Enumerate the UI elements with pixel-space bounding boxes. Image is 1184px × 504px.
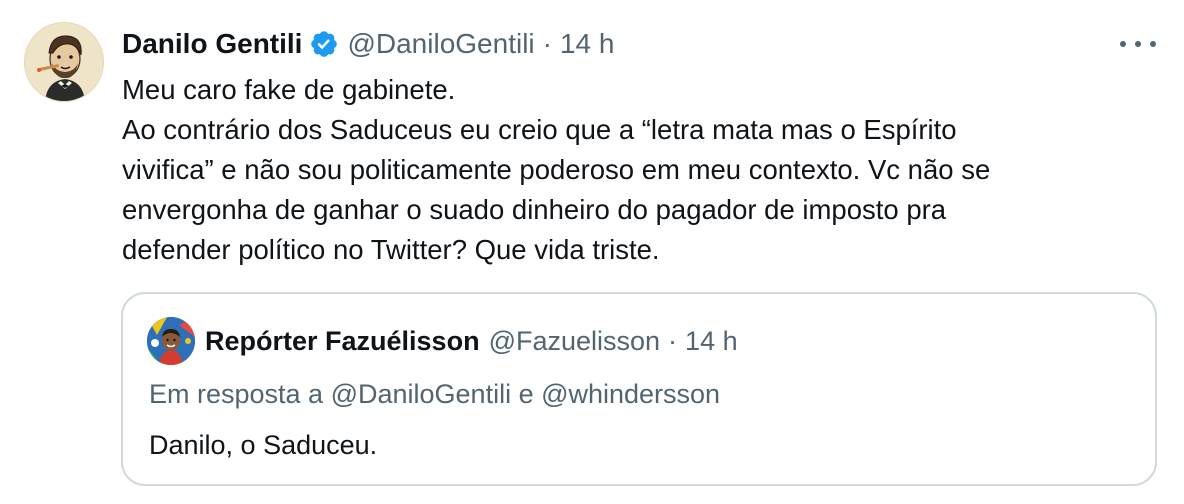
quoted-meta-separator: · xyxy=(668,325,678,356)
colorful-avatar-icon xyxy=(147,317,195,365)
quoted-tweet-text: Danilo, o Saduceu. xyxy=(149,430,378,460)
author-avatar[interactable] xyxy=(24,22,104,102)
tweet: Danilo Gentili @DaniloGentili · 14 h Meu… xyxy=(0,0,1184,504)
reply-context: Em resposta a @DaniloGentili e @whinders… xyxy=(149,379,721,409)
quoted-author-avatar[interactable] xyxy=(147,317,195,365)
tweet-text-line: Meu caro fake de gabinete. xyxy=(122,74,456,105)
quoted-tweet-header: Repórter Fazuélisson @Fazuelisson · 14 h xyxy=(205,321,738,361)
more-dots-icon[interactable] xyxy=(1120,30,1156,58)
quoted-tweet-time[interactable]: 14 h xyxy=(685,326,738,357)
tweet-text-line: defender político no Twitter? Que vida t… xyxy=(122,234,660,265)
author-handle[interactable]: @DaniloGentili xyxy=(347,28,534,60)
author-name[interactable]: Danilo Gentili xyxy=(122,28,302,60)
tweet-header: Danilo Gentili @DaniloGentili · 14 h xyxy=(122,24,614,64)
quoted-author-name[interactable]: Repórter Fazuélisson xyxy=(205,326,480,357)
tweet-text: Meu caro fake de gabinete. Ao contrário … xyxy=(122,70,1152,270)
quoted-tweet-card[interactable]: Repórter Fazuélisson @Fazuelisson · 14 h… xyxy=(121,292,1157,486)
meta-separator: · xyxy=(542,28,552,59)
tweet-text-line: envergonha de ganhar o suado dinheiro do… xyxy=(122,194,947,225)
quoted-author-handle[interactable]: @Fazuelisson xyxy=(489,326,660,357)
tweet-time[interactable]: 14 h xyxy=(560,28,615,60)
tweet-text-line: vivifica” e não sou politicamente podero… xyxy=(122,154,991,185)
verified-badge-icon[interactable] xyxy=(309,29,339,59)
tweet-text-line: Ao contrário dos Saduceus eu creio que a… xyxy=(122,114,957,145)
caricature-avatar-icon xyxy=(25,23,103,101)
